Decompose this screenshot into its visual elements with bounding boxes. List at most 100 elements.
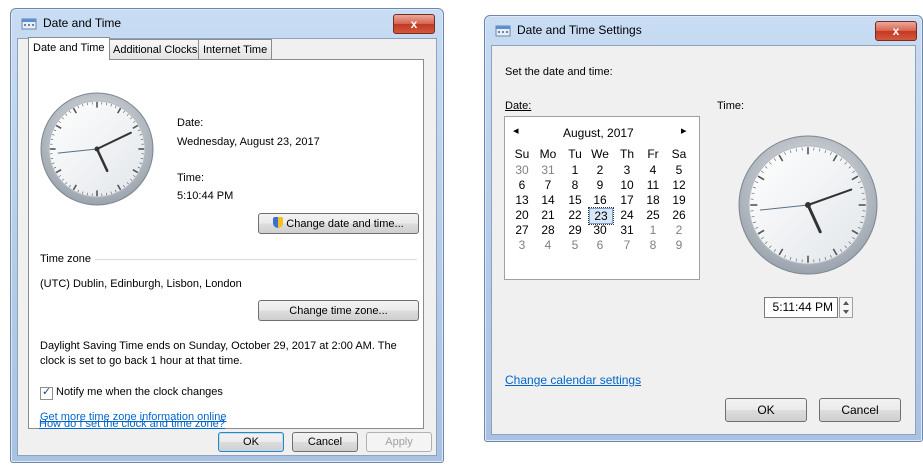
calendar-day[interactable]: 26 — [668, 208, 690, 222]
apply-button[interactable]: Apply — [366, 432, 432, 452]
calendar-day[interactable]: 2 — [589, 163, 611, 177]
change-time-zone-button[interactable]: Change time zone... — [258, 300, 419, 321]
calendar-day[interactable]: 7 — [616, 238, 638, 252]
weekday-header: Su — [514, 147, 530, 161]
checkmark-icon: ✓ — [42, 386, 52, 398]
change-calendar-settings-link[interactable]: Change calendar settings — [505, 373, 641, 387]
tab-internet-time[interactable]: Internet Time — [198, 39, 273, 60]
calendar-day[interactable]: 5 — [564, 238, 586, 252]
calendar-day[interactable]: 12 — [668, 178, 690, 192]
date-label: Date: — [177, 117, 204, 129]
calendar-day[interactable]: 14 — [537, 193, 559, 207]
close-button[interactable]: x — [875, 21, 917, 41]
calendar-day[interactable]: 15 — [564, 193, 586, 207]
calendar-day[interactable]: 8 — [564, 178, 586, 192]
date-and-time-window: Date and Time x Date and Time Additional… — [10, 8, 444, 463]
close-icon: x — [410, 17, 418, 31]
calendar-day[interactable]: 23 — [588, 207, 614, 225]
tab-page: Date: Wednesday, August 23, 2017 Time: 5… — [28, 59, 424, 429]
calendar-day[interactable]: 3 — [511, 238, 533, 252]
tab-label: Date and Time — [33, 42, 105, 54]
calendar-day[interactable]: 25 — [642, 208, 664, 222]
calendar-day[interactable]: 5 — [668, 163, 690, 177]
month-calendar[interactable]: ◂ August, 2017 ▸ Su Mo Tu We Th Fr Sa 30 31 1 2 3 4 5… — [504, 116, 700, 280]
time-input-value: 5:11:44 PM — [772, 300, 833, 314]
close-icon: x — [892, 24, 900, 38]
calendar-day[interactable]: 1 — [564, 163, 586, 177]
calendar-day[interactable]: 17 — [616, 193, 638, 207]
calendar-day[interactable]: 4 — [537, 238, 559, 252]
calendar-day[interactable]: 27 — [511, 223, 533, 237]
window-title: Date and Time Settings — [517, 23, 642, 37]
cancel-button[interactable]: Cancel — [819, 398, 901, 422]
calendar-day[interactable]: 7 — [537, 178, 559, 192]
date-and-time-settings-window: Date and Time Settings x Set the date an… — [484, 15, 923, 442]
ok-button[interactable]: OK — [725, 398, 807, 422]
button-label: Apply — [385, 436, 413, 448]
calendar-day[interactable]: 22 — [564, 208, 586, 222]
calendar-day[interactable]: 9 — [668, 238, 690, 252]
calendar-day[interactable]: 6 — [589, 238, 611, 252]
time-input[interactable]: 5:11:44 PM — [764, 297, 838, 318]
calendar-day[interactable]: 16 — [589, 193, 611, 207]
analog-clock — [738, 135, 878, 275]
spin-down-icon[interactable] — [843, 310, 849, 314]
notify-checkbox[interactable]: ✓ — [40, 386, 53, 400]
calendar-day[interactable]: 31 — [537, 163, 559, 177]
calendar-day[interactable]: 30 — [511, 163, 533, 177]
weekday-header: Sa — [671, 147, 687, 161]
tab-additional-clocks[interactable]: Additional Clocks — [108, 39, 203, 60]
tab-date-and-time[interactable]: Date and Time — [28, 37, 110, 60]
button-label: Cancel — [841, 403, 879, 417]
button-label: Change time zone... — [289, 305, 388, 317]
calendar-day[interactable]: 28 — [537, 223, 559, 237]
calendar-day[interactable]: 4 — [642, 163, 664, 177]
calendar-day[interactable]: 20 — [511, 208, 533, 222]
calendar-day[interactable]: 1 — [642, 223, 664, 237]
calendar-day[interactable]: 30 — [589, 223, 611, 237]
shield-icon — [273, 217, 284, 228]
weekday-header: We — [591, 147, 609, 161]
calendar-day[interactable]: 9 — [589, 178, 611, 192]
prev-month-arrow-icon[interactable]: ◂ — [513, 124, 519, 137]
button-label: OK — [757, 403, 775, 417]
close-button[interactable]: x — [393, 14, 435, 34]
weekday-header: Fr — [647, 147, 659, 161]
time-spinner[interactable] — [839, 297, 853, 318]
calendar-day[interactable]: 18 — [642, 193, 664, 207]
cancel-button[interactable]: Cancel — [292, 432, 358, 452]
ok-button[interactable]: OK — [218, 432, 284, 452]
dst-info-line-2: clock is set to go back 1 hour at that t… — [40, 355, 243, 367]
calendar-day[interactable]: 24 — [616, 208, 638, 222]
button-label: OK — [243, 436, 259, 448]
calendar-day[interactable]: 6 — [511, 178, 533, 192]
weekday-header: Tu — [568, 147, 582, 161]
calendar-day[interactable]: 31 — [616, 223, 638, 237]
calendar-day[interactable]: 10 — [616, 178, 638, 192]
button-label: Cancel — [307, 436, 343, 448]
tab-label: Internet Time — [203, 44, 268, 56]
weekday-header: Th — [619, 147, 634, 161]
how-set-clock-link[interactable]: How do I set the clock and time zone? — [39, 418, 225, 430]
calendar-day[interactable]: 13 — [511, 193, 533, 207]
notify-label[interactable]: Notify me when the clock changes — [56, 386, 223, 398]
dialog-body: Date and Time Additional Clocks Internet… — [17, 37, 437, 456]
calendar-day[interactable]: 3 — [616, 163, 638, 177]
calendar-day[interactable]: 11 — [642, 178, 664, 192]
calendar-day[interactable]: 21 — [537, 208, 559, 222]
calendar-month-label[interactable]: August, 2017 — [563, 126, 634, 140]
timezone-header: Time zone — [40, 253, 91, 265]
weekday-header: Mo — [539, 147, 557, 161]
title-bar[interactable]: Date and Time x — [11, 9, 443, 37]
calendar-day[interactable]: 8 — [642, 238, 664, 252]
calendar-day[interactable]: 2 — [668, 223, 690, 237]
spin-up-icon[interactable] — [843, 301, 849, 305]
calendar-day[interactable]: 29 — [564, 223, 586, 237]
title-bar[interactable]: Date and Time Settings x — [485, 16, 922, 44]
timezone-value: (UTC) Dublin, Edinburgh, Lisbon, London — [40, 278, 242, 290]
date-time-app-icon — [495, 25, 511, 37]
date-label: Date: — [505, 100, 532, 112]
calendar-day[interactable]: 19 — [668, 193, 690, 207]
next-month-arrow-icon[interactable]: ▸ — [681, 124, 687, 137]
change-date-and-time-button[interactable]: Change date and time... — [258, 213, 419, 234]
